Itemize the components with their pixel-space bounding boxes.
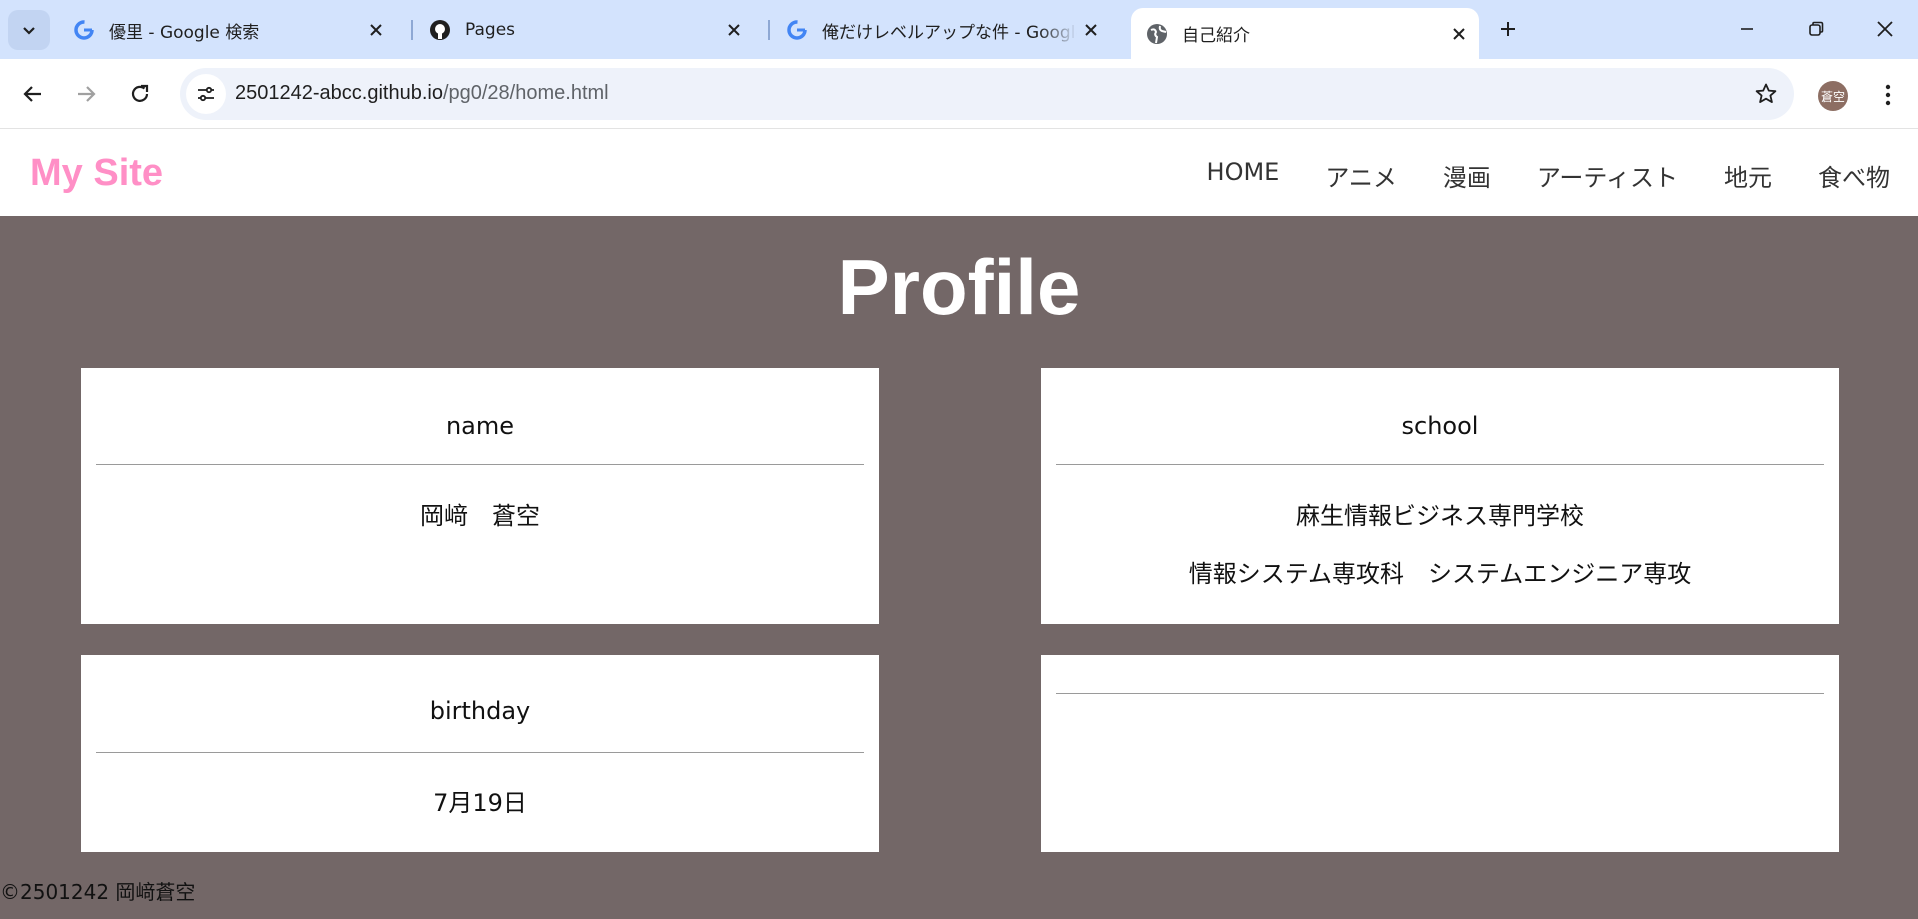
close-icon[interactable] xyxy=(720,16,748,44)
tune-icon xyxy=(198,86,214,102)
nav-link-food[interactable]: 食べ物 xyxy=(1818,158,1890,193)
google-icon xyxy=(786,19,808,41)
reload-button[interactable] xyxy=(120,74,160,114)
nav-link-artist[interactable]: アーティスト xyxy=(1537,158,1678,193)
more-vert-icon xyxy=(1885,84,1891,106)
back-button[interactable] xyxy=(13,74,53,114)
forward-button[interactable] xyxy=(66,74,106,114)
nav-link-anime[interactable]: アニメ xyxy=(1325,158,1397,193)
card-heading: birthday xyxy=(429,697,531,725)
minimize-icon xyxy=(1741,28,1753,30)
card-divider xyxy=(1056,693,1824,694)
site-nav: HOME アニメ 漫画 アーティスト 地元 食べ物 xyxy=(1207,158,1890,193)
card-divider xyxy=(96,464,864,465)
profile-card-birthday: birthday 7月19日 xyxy=(81,655,879,852)
arrow-left-icon xyxy=(23,86,41,102)
tab-google-search-yuuri[interactable]: 優里 - Google 検索 xyxy=(58,10,396,50)
tab-separator xyxy=(411,20,413,40)
tab-title: 自己紹介 xyxy=(1182,26,1250,46)
reload-icon xyxy=(131,84,149,102)
tab-github-pages[interactable]: Pages xyxy=(414,10,754,50)
tab-strip: 優里 - Google 検索 Pages 俺だけレベルアップな件 - Googl… xyxy=(0,0,1918,59)
github-icon xyxy=(429,19,451,41)
card-divider xyxy=(1056,464,1824,465)
card-value: 岡﨑 蒼空 xyxy=(420,502,540,530)
chevron-down-icon xyxy=(23,27,35,35)
site-header: My Site HOME アニメ 漫画 アーティスト 地元 食べ物 xyxy=(0,130,1918,216)
url-path: /pg0/28/home.html xyxy=(442,82,609,104)
site-info-button[interactable] xyxy=(186,74,226,114)
tab-search-button[interactable] xyxy=(8,10,50,50)
profile-avatar[interactable]: 蒼空 xyxy=(1818,81,1848,111)
browser-toolbar: 2501242-abcc.github.io/pg0/28/home.html … xyxy=(0,59,1918,129)
profile-card-name: name 岡﨑 蒼空 xyxy=(81,368,879,624)
bookmark-star-icon[interactable] xyxy=(1752,80,1780,108)
tab-separator xyxy=(768,20,770,40)
tab-google-search-solo-leveling[interactable]: 俺だけレベルアップな件 - Google 検 xyxy=(771,10,1111,50)
restore-button[interactable] xyxy=(1785,0,1847,58)
card-value: 情報システム専攻科 システムエンジニア専攻 xyxy=(1188,560,1692,588)
globe-icon xyxy=(1146,23,1168,45)
tab-title: 俺だけレベルアップな件 - Google 検 xyxy=(822,22,1077,43)
close-icon[interactable] xyxy=(362,16,390,44)
nav-link-manga[interactable]: 漫画 xyxy=(1443,158,1491,193)
tab-title: 優里 - Google 検索 xyxy=(109,22,260,43)
google-icon xyxy=(73,19,95,41)
browser-menu-button[interactable] xyxy=(1870,77,1906,113)
site-logo[interactable]: My Site xyxy=(30,152,163,195)
footer-copyright: ©2501242 岡﨑蒼空 xyxy=(0,880,196,904)
profile-card-school: school 麻生情報ビジネス専門学校 情報システム専攻科 システムエンジニア専… xyxy=(1041,368,1839,624)
close-icon xyxy=(1877,21,1893,37)
nav-link-hometown[interactable]: 地元 xyxy=(1724,158,1772,193)
close-icon[interactable] xyxy=(1077,16,1105,44)
close-icon[interactable] xyxy=(1445,20,1473,48)
card-divider xyxy=(96,752,864,753)
tab-self-introduction[interactable]: 自己紹介 xyxy=(1131,8,1479,59)
nav-link-home[interactable]: HOME xyxy=(1207,158,1280,193)
card-heading: school xyxy=(1401,412,1479,440)
page-content: My Site HOME アニメ 漫画 アーティスト 地元 食べ物 Profil… xyxy=(0,130,1918,919)
close-window-button[interactable] xyxy=(1854,0,1916,58)
profile-card-empty xyxy=(1041,655,1839,852)
card-value: 7月19日 xyxy=(433,789,527,817)
tab-title: Pages xyxy=(465,20,516,40)
plus-icon xyxy=(1501,22,1515,36)
card-value: 麻生情報ビジネス専門学校 xyxy=(1296,502,1584,530)
page-title: Profile xyxy=(837,243,1081,331)
url-text[interactable]: 2501242-abcc.github.io/pg0/28/home.html xyxy=(235,82,609,105)
restore-icon xyxy=(1809,21,1824,36)
arrow-right-icon xyxy=(78,86,96,102)
url-host: 2501242-abcc.github.io xyxy=(235,82,443,104)
minimize-button[interactable] xyxy=(1716,0,1778,58)
address-bar[interactable]: 2501242-abcc.github.io/pg0/28/home.html xyxy=(180,68,1794,120)
new-tab-button[interactable] xyxy=(1488,0,1528,58)
card-heading: name xyxy=(445,412,515,440)
